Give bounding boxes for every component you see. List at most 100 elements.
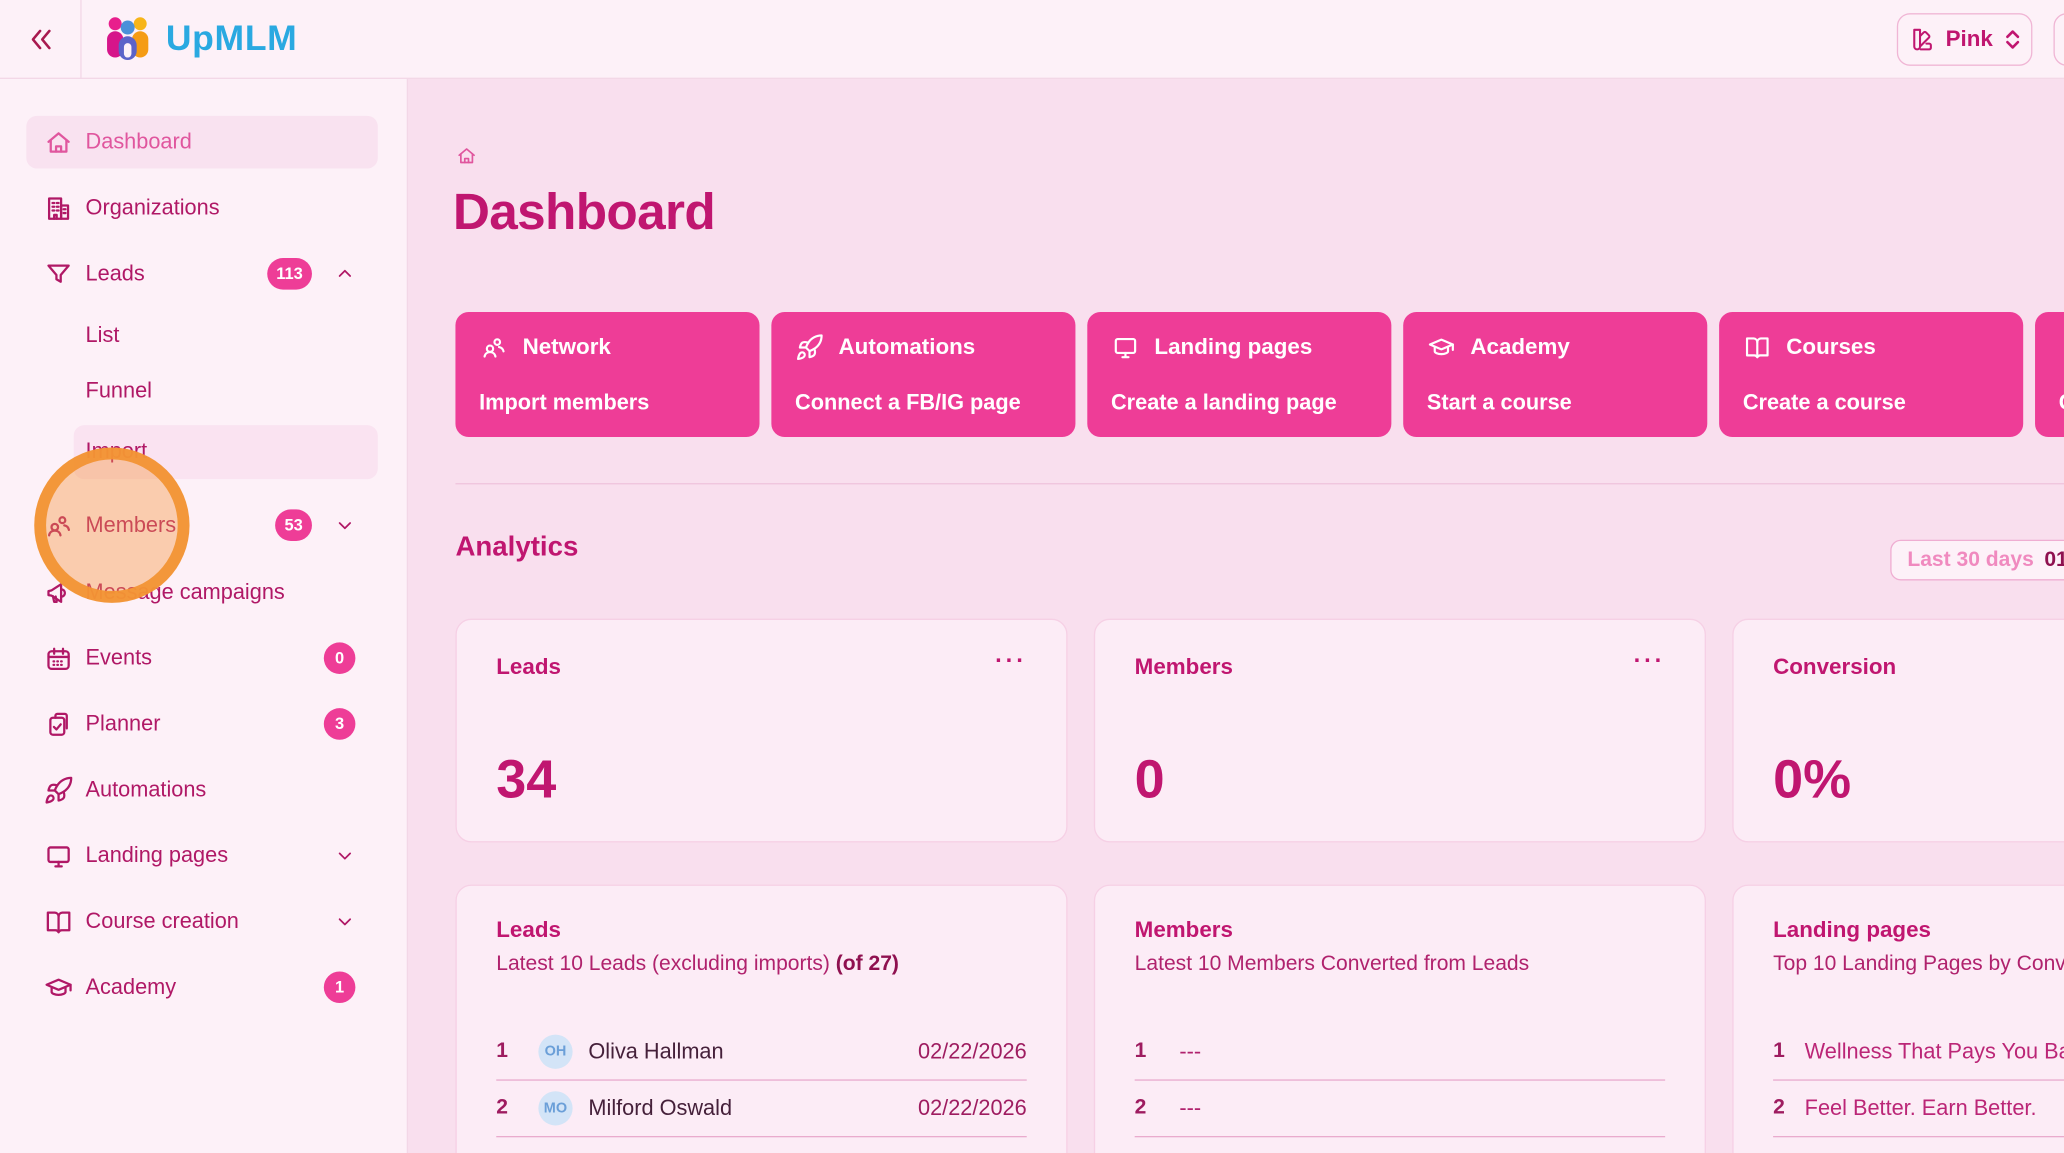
- quick-action-cropped[interactable]: C: [2035, 312, 2064, 437]
- theme-picker-button[interactable]: Pink: [1897, 13, 2033, 66]
- quick-action-network[interactable]: Network Import members: [455, 312, 759, 437]
- sidebar-item-planner[interactable]: Planner 3: [0, 698, 408, 751]
- sidebar-item-label: List: [86, 323, 356, 348]
- sidebar-item-members[interactable]: Members 53: [0, 499, 408, 552]
- sidebar-item-message-campaigns[interactable]: Message campaigns: [0, 566, 408, 619]
- list-card-landing-pages: Landing pages Top 10 Landing Pages by Co…: [1732, 885, 2064, 1153]
- avatar: MO: [538, 1091, 572, 1125]
- chevron-up-icon[interactable]: [334, 263, 355, 284]
- sidebar-item-label: Landing pages: [86, 843, 312, 868]
- quick-actions-row: Network Import members Automations Conne…: [455, 312, 2064, 437]
- sidebar-item-label: Planner: [86, 711, 312, 736]
- monitor-icon: [1111, 333, 1140, 362]
- chevron-down-icon[interactable]: [334, 911, 355, 932]
- quick-action-landing-pages[interactable]: Landing pages Create a landing page: [1087, 312, 1391, 437]
- people-icon: [43, 510, 73, 540]
- book-open-icon: [43, 906, 73, 936]
- list-card-subtitle: Top 10 Landing Pages by Convers: [1773, 953, 2064, 977]
- upmlm-logo-icon: [103, 13, 153, 63]
- stat-value: 0%: [1773, 753, 2064, 807]
- sidebar-item-academy[interactable]: Academy 1: [0, 961, 408, 1014]
- member-row[interactable]: 2 ---: [1135, 1081, 1665, 1138]
- lead-date: 02/22/2026: [918, 1039, 1027, 1064]
- date-range-label: Last 30 days: [1907, 548, 2033, 572]
- chevron-down-icon[interactable]: [334, 845, 355, 866]
- monitor-icon: [43, 840, 73, 870]
- sidebar-item-dashboard[interactable]: Dashboard: [0, 116, 408, 169]
- sidebar-item-leads-list[interactable]: List: [0, 316, 408, 355]
- list-card-subtitle: Latest 10 Leads (excluding imports) (of …: [496, 953, 1026, 977]
- stat-title: Members: [1135, 654, 1233, 680]
- quick-action-subtitle: Create a course: [1743, 391, 2000, 416]
- sidebar-item-automations[interactable]: Automations: [0, 763, 408, 816]
- member-row[interactable]: 1 ---: [1135, 1024, 1665, 1081]
- date-range-selector[interactable]: Last 30 days 01/2: [1890, 540, 2064, 581]
- quick-action-courses[interactable]: Courses Create a course: [1719, 312, 2023, 437]
- quick-action-academy[interactable]: Academy Start a course: [1403, 312, 1707, 437]
- section-divider: [455, 483, 2064, 484]
- sidebar-item-label: Course creation: [86, 909, 312, 934]
- sidebar-item-events[interactable]: Events 0: [0, 632, 408, 685]
- sidebar-item-label: Academy: [86, 975, 312, 1000]
- swatches-icon: [1907, 26, 1935, 54]
- lead-date: 02/22/2026: [918, 1096, 1027, 1121]
- home-icon: [43, 127, 73, 157]
- analytics-heading: Analytics: [455, 532, 578, 564]
- ellipsis-menu-icon[interactable]: ···: [1634, 654, 1666, 667]
- list-card-leads: Leads Latest 10 Leads (excluding imports…: [455, 885, 1067, 1153]
- list-card-members: Members Latest 10 Members Converted from…: [1094, 885, 1706, 1153]
- sidebar-item-label: Import: [86, 439, 356, 464]
- sidebar-item-course-creation[interactable]: Course creation: [0, 895, 408, 948]
- landing-page-row[interactable]: 2 Feel Better. Earn Better.: [1773, 1081, 2064, 1138]
- lead-row[interactable]: 2 MO Milford Oswald 02/22/2026: [496, 1081, 1026, 1138]
- sidebar-nav: Dashboard Organizations Leads 113 List F…: [0, 79, 408, 1153]
- sidebar-item-leads-import[interactable]: Import: [0, 425, 408, 478]
- avatar: OH: [538, 1035, 572, 1069]
- member-name: ---: [1179, 1039, 1665, 1064]
- sidebar-item-label: Dashboard: [86, 130, 356, 155]
- chevron-down-icon[interactable]: [334, 515, 355, 536]
- sidebar-item-leads[interactable]: Leads 113: [0, 247, 408, 300]
- breadcrumb-home-icon[interactable]: [455, 145, 477, 167]
- list-card-title: Landing pages: [1773, 917, 2064, 943]
- lead-name: Milford Oswald: [588, 1096, 918, 1121]
- app-logo[interactable]: UpMLM: [103, 13, 298, 63]
- clipboard-check-icon: [43, 709, 73, 739]
- date-range-value: 01/2: [2044, 548, 2064, 572]
- stat-card-members: Members ··· 0: [1094, 619, 1706, 843]
- ellipsis-menu-icon[interactable]: ···: [995, 654, 1027, 667]
- megaphone-icon: [43, 577, 73, 607]
- academy-count-badge: 1: [324, 971, 356, 1003]
- quick-action-title: Academy: [1470, 334, 1570, 360]
- theme-name: Pink: [1946, 26, 1993, 52]
- graduation-cap-icon: [1427, 333, 1456, 362]
- sidebar-item-label: Automations: [86, 777, 356, 802]
- graduation-cap-icon: [43, 972, 73, 1002]
- quick-action-subtitle: Create a landing page: [1111, 391, 1368, 416]
- chevron-updown-icon: [2003, 29, 2021, 50]
- stat-value: 34: [496, 753, 1026, 807]
- quick-action-title: Landing pages: [1154, 334, 1312, 360]
- quick-action-title: Network: [523, 334, 611, 360]
- stat-title: Conversion: [1773, 654, 1896, 680]
- member-name: ---: [1179, 1096, 1665, 1121]
- main-content: Dashboard Network Import members Automat…: [408, 79, 2064, 1153]
- quick-action-automations[interactable]: Automations Connect a FB/IG page: [771, 312, 1075, 437]
- book-open-icon: [1743, 333, 1772, 362]
- landing-page-row[interactable]: 1 Wellness That Pays You Back: [1773, 1024, 2064, 1081]
- sidebar-item-organizations[interactable]: Organizations: [0, 182, 408, 235]
- landing-page-name: Feel Better. Earn Better.: [1805, 1096, 2064, 1121]
- lead-row[interactable]: 1 OH Oliva Hallman 02/22/2026: [496, 1024, 1026, 1081]
- rocket-icon: [43, 775, 73, 805]
- sidebar-item-landing-pages[interactable]: Landing pages: [0, 829, 408, 882]
- landing-page-name: Wellness That Pays You Back: [1805, 1039, 2064, 1064]
- quick-action-subtitle: Connect a FB/IG page: [795, 391, 1052, 416]
- sidebar-collapse-button[interactable]: [0, 0, 82, 79]
- sidebar-item-leads-funnel[interactable]: Funnel: [0, 371, 408, 410]
- stats-row: Leads ··· 34 Members ··· 0 Conversion 0%: [455, 619, 2064, 843]
- list-card-title: Leads: [496, 917, 1026, 943]
- stat-card-leads: Leads ··· 34: [455, 619, 1067, 843]
- quick-action-title: Courses: [1786, 334, 1876, 360]
- edge-cropped-button[interactable]: [2053, 13, 2064, 66]
- sidebar-item-label: Leads: [86, 261, 256, 286]
